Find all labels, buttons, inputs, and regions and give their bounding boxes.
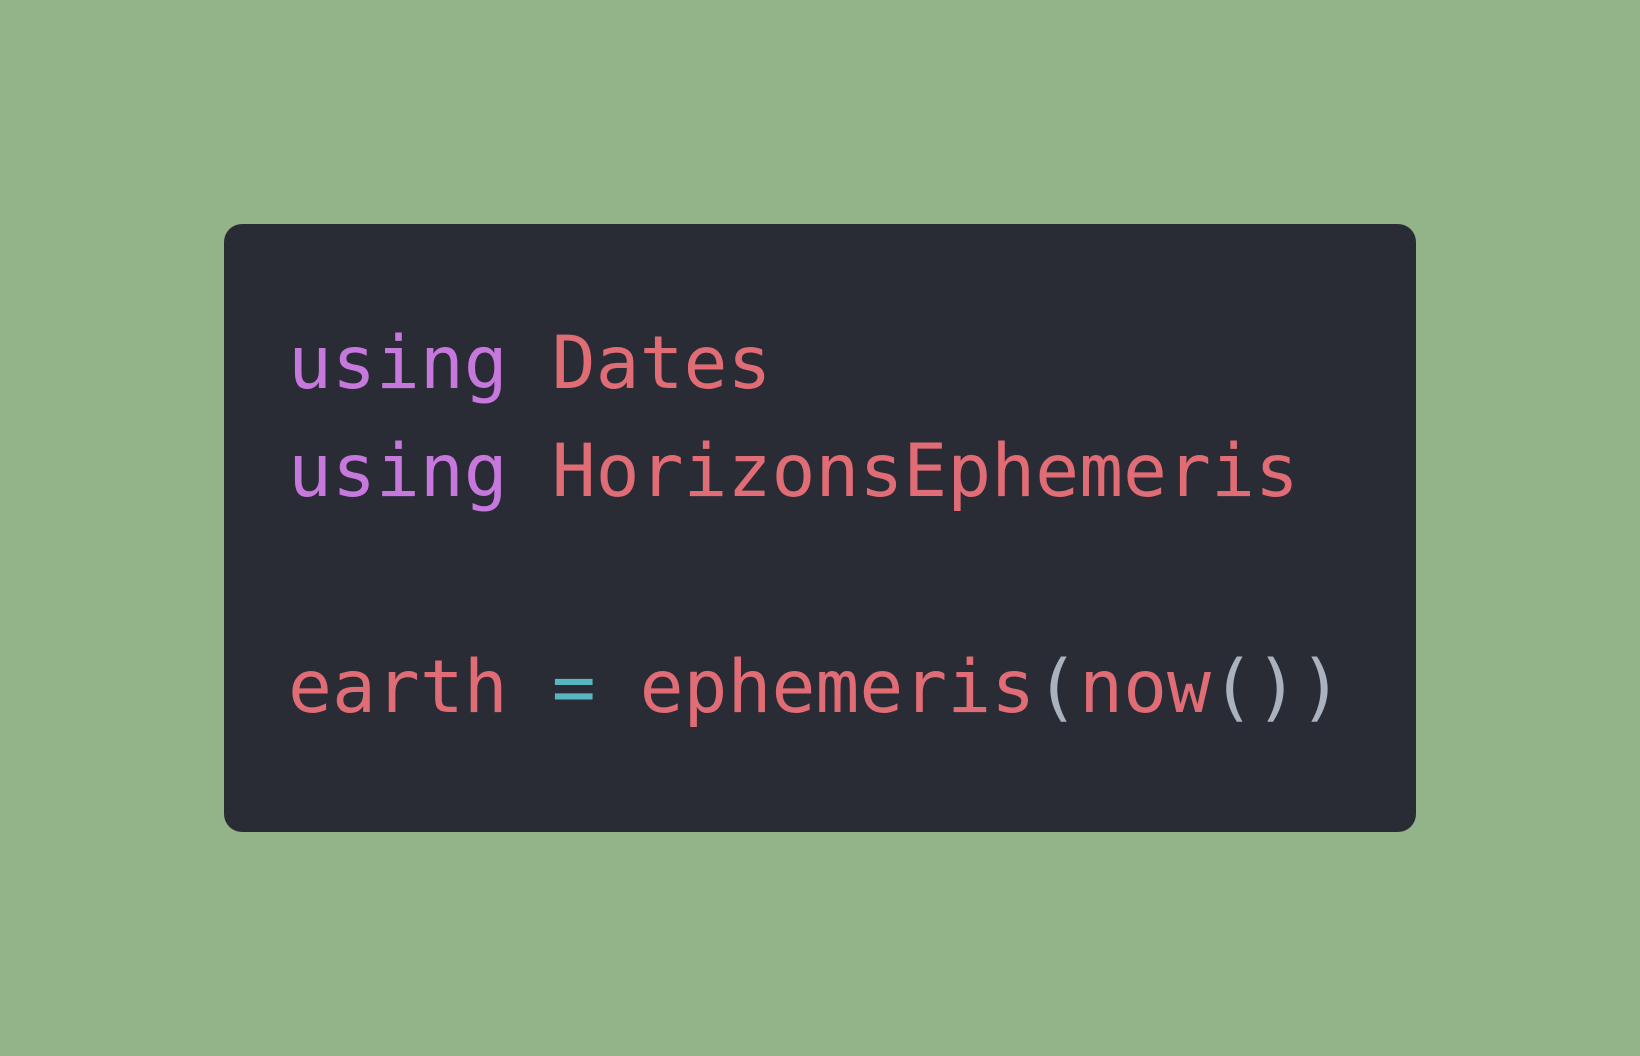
code-block: using Dates using HorizonsEphemeris earth … bbox=[288, 310, 1343, 742]
code-line-2: using HorizonsEphemeris bbox=[288, 418, 1343, 526]
code-line-4: earth = ephemeris(now()) bbox=[288, 634, 1343, 742]
module-name: Dates bbox=[551, 321, 772, 406]
module-name: HorizonsEphemeris bbox=[551, 429, 1299, 514]
variable-name: earth bbox=[288, 645, 508, 730]
code-line-1: using Dates bbox=[288, 310, 1343, 418]
code-window: using Dates using HorizonsEphemeris earth … bbox=[224, 224, 1416, 832]
code-line-3-blank bbox=[288, 526, 1343, 634]
keyword-using: using bbox=[288, 429, 508, 514]
close-paren: ) bbox=[1298, 645, 1343, 730]
assignment-operator: = bbox=[551, 645, 596, 730]
function-name: ephemeris bbox=[639, 645, 1036, 730]
open-paren: ( bbox=[1035, 645, 1080, 730]
empty-call-parens: () bbox=[1210, 645, 1299, 730]
keyword-using: using bbox=[288, 321, 508, 406]
function-name: now bbox=[1079, 645, 1211, 730]
